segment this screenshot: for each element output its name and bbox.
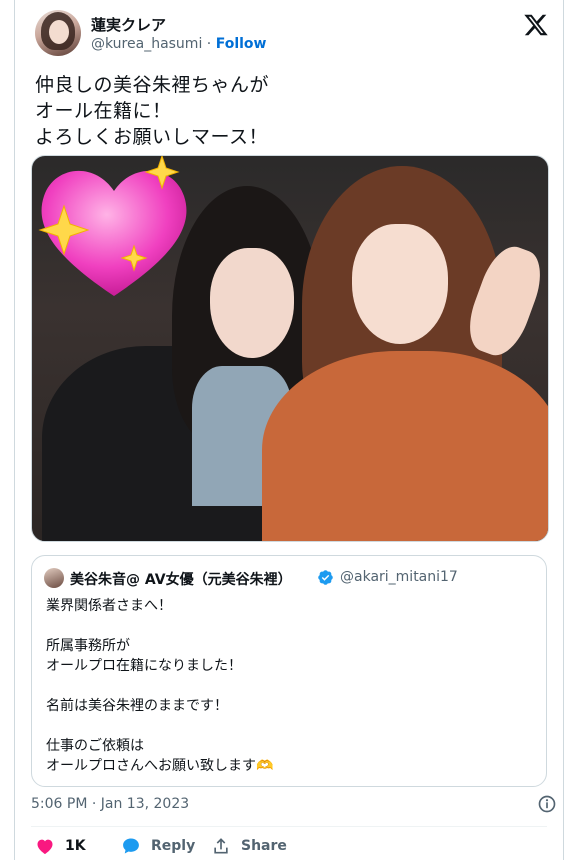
tweet-photo[interactable] <box>31 155 549 542</box>
follow-button[interactable]: Follow <box>216 36 267 52</box>
tweet-line: 仲良しの美谷朱裡ちゃんが <box>35 74 270 96</box>
author-avatar[interactable] <box>35 10 81 56</box>
like-button[interactable]: 1K <box>35 836 86 856</box>
photo-person-right <box>262 166 548 541</box>
x-logo-icon[interactable] <box>523 12 549 38</box>
info-icon[interactable] <box>537 794 557 814</box>
tweet-text: 仲良しの美谷朱裡ちゃんが オール在籍に！ よろしくお願いしマース！ <box>35 72 269 150</box>
quoted-avatar <box>44 568 64 588</box>
author-handle-row: @kurea_hasumi · Follow <box>91 36 266 52</box>
share-label: Share <box>241 838 287 854</box>
divider <box>31 826 547 827</box>
like-count: 1K <box>65 838 86 854</box>
separator: · <box>206 36 212 52</box>
reply-bubble-icon <box>123 838 139 854</box>
author-handle[interactable]: @kurea_hasumi <box>91 36 202 52</box>
heart-icon <box>37 839 53 854</box>
quoted-body: 業界関係者さまへ！ 所属事務所が オールプロ在籍になりました！ 名前は美谷朱裡の… <box>46 598 274 774</box>
tweet-card: 蓮実クレア @kurea_hasumi · Follow 仲良しの美谷朱裡ちゃん… <box>14 0 564 860</box>
quoted-author-name: 美谷朱音@ AV女優（元美谷朱裡） <box>70 572 292 588</box>
tweet-header: 蓮実クレア @kurea_hasumi · Follow <box>35 10 549 58</box>
reply-button[interactable]: Reply <box>121 836 195 856</box>
heart-sparkle-sticker <box>38 156 187 296</box>
quoted-tweet[interactable]: 美谷朱音@ AV女優（元美谷朱裡） @akari_mitani17 業界関係者さ… <box>31 555 547 787</box>
share-button[interactable]: Share <box>211 836 287 856</box>
quoted-author-handle: @akari_mitani17 <box>340 569 458 585</box>
share-icon <box>214 838 228 854</box>
author-name[interactable]: 蓮実クレア <box>91 14 166 35</box>
tweet-line: よろしくお願いしマース！ <box>35 126 269 148</box>
reply-label: Reply <box>151 838 196 854</box>
tweet-timestamp[interactable]: 5:06 PM · Jan 13, 2023 <box>31 796 189 812</box>
verified-badge-icon <box>318 570 333 585</box>
tweet-line: オール在籍に！ <box>35 100 172 122</box>
